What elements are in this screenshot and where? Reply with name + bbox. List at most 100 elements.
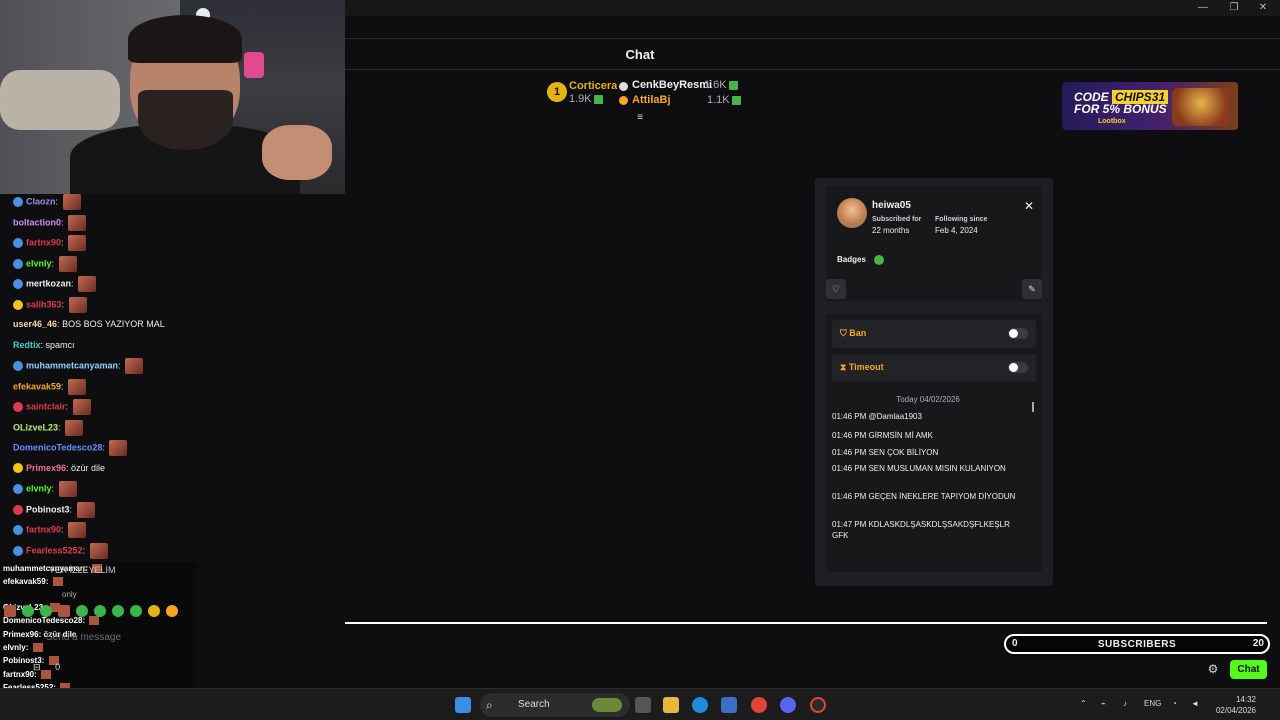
timeout-toggle[interactable] [1008,362,1028,373]
chat-username[interactable]: boltaction0 [13,217,61,227]
leaderboard-amount: 1.1K [707,94,741,106]
chat-username[interactable]: muhammetcanyaman [26,360,118,370]
chat-message: fartnx90: [13,522,87,542]
emote-image [76,501,95,518]
overlay-faint-text: YEK İZLEYELİM [49,565,116,575]
emote-bar[interactable] [4,603,204,619]
chat-username[interactable]: salih363 [26,299,62,309]
chat-message: Redtix: spamcı [13,339,75,350]
chat-username[interactable]: fartnx90 [26,524,61,534]
send-chat-button[interactable]: Chat [1230,660,1267,679]
chat-input[interactable]: Send a message [16,628,336,648]
chat-message: OLizveL23: [13,419,84,440]
history-message: 01:46 PM SEN ÇOK BİLİYON [832,448,939,457]
chat-title: Chat [625,47,655,62]
close-window-button[interactable]: ✕ [1246,0,1280,16]
mention-icon[interactable]: ✎ [1022,279,1042,299]
expand-chevron-icon[interactable]: ≡ [634,113,646,123]
chat-message: muhammetcanyaman: [13,358,144,378]
chat-message: fartnx90: [13,235,87,255]
gear-icon[interactable]: ⚙ [1206,662,1220,676]
leaderboard-name[interactable]: CenkBeyResmi [632,79,712,91]
wifi-icon[interactable]: ◔ [1172,699,1177,708]
gift-icon [731,95,741,105]
store-icon[interactable] [721,697,737,713]
chat-message: elvnly: [13,255,77,276]
chat-username[interactable]: user46_46 [13,319,57,329]
emote-image [78,276,97,292]
chat-message: elvnly: [13,481,77,501]
user-badge-icon [13,402,23,412]
user-card-username[interactable]: heiwa05 [872,200,911,211]
chat-username[interactable]: mertkozan [26,278,71,288]
emote-icon[interactable] [94,604,106,617]
emote-icon[interactable] [4,604,16,617]
history-date-header: Today 04/02/2026 [896,395,960,404]
emote-image [68,522,87,538]
history-scrollbar[interactable] [1032,402,1034,412]
emote-icon[interactable] [58,604,70,617]
promo-text: CODE CHIPS31 FOR 5% BONUS [1074,90,1169,116]
taskbar-clock[interactable]: 14:32 02/04/2026 [1210,694,1256,716]
chat-message: Primex96: özür dile [13,461,105,481]
following-label: Following since [935,216,988,223]
chat-username[interactable]: fartnx90 [26,237,61,247]
chat-username[interactable]: Pobinost3 [26,504,70,514]
discord-icon[interactable] [780,697,796,713]
emote-image [68,235,87,251]
user-icon [619,96,628,105]
chat-username[interactable]: DomenicoTedesco28 [13,442,102,452]
emote-image [89,542,108,559]
emote-icon[interactable] [148,604,160,617]
user-badge-icon [13,197,23,207]
chat-message: mertkozan: [13,276,97,296]
chat-username[interactable]: Fearless5252 [26,545,83,555]
network-icon[interactable]: ⌁ [1101,699,1106,708]
overlay-only-text: only [62,590,77,599]
chat-message: user46_46: BOS BOS YAZIYOR MAL [13,319,165,329]
emote-image [68,378,87,395]
edge-icon[interactable] [692,697,708,713]
timeout-row: ⧗ Timeout [832,354,1036,382]
mic-icon[interactable]: ♪ [1123,699,1127,708]
tray-chevron-icon[interactable]: ⌃ [1080,699,1087,708]
widgets-icon[interactable] [592,698,622,712]
task-view-icon[interactable] [635,697,651,713]
heart-icon[interactable]: ♡ [826,279,846,299]
gift-icon[interactable]: ⊟ [33,662,41,672]
leaderboard-name[interactable]: Corticera [569,80,617,92]
ban-toggle[interactable] [1008,328,1028,339]
chat-username[interactable]: elvnly [26,258,52,268]
volume-icon[interactable]: ◄ [1191,699,1199,708]
emote-icon[interactable] [112,604,124,617]
emote-icon[interactable] [130,604,142,617]
user-icon [619,82,628,91]
leaderboard-name[interactable]: AttilaBj [632,94,671,106]
start-icon[interactable] [455,697,471,713]
file-explorer-icon[interactable] [663,697,679,713]
chat-username[interactable]: efekavak59 [13,381,61,391]
chat-username[interactable]: Claozn [26,196,56,206]
chat-username[interactable]: saintclair [26,401,66,411]
close-icon[interactable]: ✕ [1024,199,1034,213]
history-message: 01:46 PM SEN MUSLUMAN MISIN KULANIYON [832,464,1006,473]
chat-username[interactable]: OLizveL23 [13,422,58,432]
emote-image [58,255,77,272]
obs-icon[interactable] [810,697,826,713]
emote-icon[interactable] [76,604,88,617]
chat-username[interactable]: Redtix [13,340,41,350]
language-indicator[interactable]: ENG [1144,699,1161,708]
promo-banner[interactable]: CODE CHIPS31 FOR 5% BONUS Lootbox [1062,82,1238,130]
chrome-icon[interactable] [751,697,767,713]
emote-icon[interactable] [40,604,52,617]
chat-username[interactable]: elvnly [26,483,52,493]
moderation-panel: ⛉ Ban ⧗ Timeout Today 04/02/2026 01:46 P… [826,314,1042,572]
minimize-button[interactable]: — [1186,0,1220,16]
subscribed-value: 22 months [872,226,910,235]
chat-message-list[interactable]: Claozn: boltaction0: fartnx90: elvnly: m… [0,194,345,564]
emote-icon[interactable] [22,604,34,617]
chat-username[interactable]: Primex96 [26,463,66,473]
chat-text: BOS BOS YAZIYOR MAL [62,319,165,329]
following-value: Feb 4, 2024 [935,226,978,235]
emote-icon[interactable] [166,604,178,617]
